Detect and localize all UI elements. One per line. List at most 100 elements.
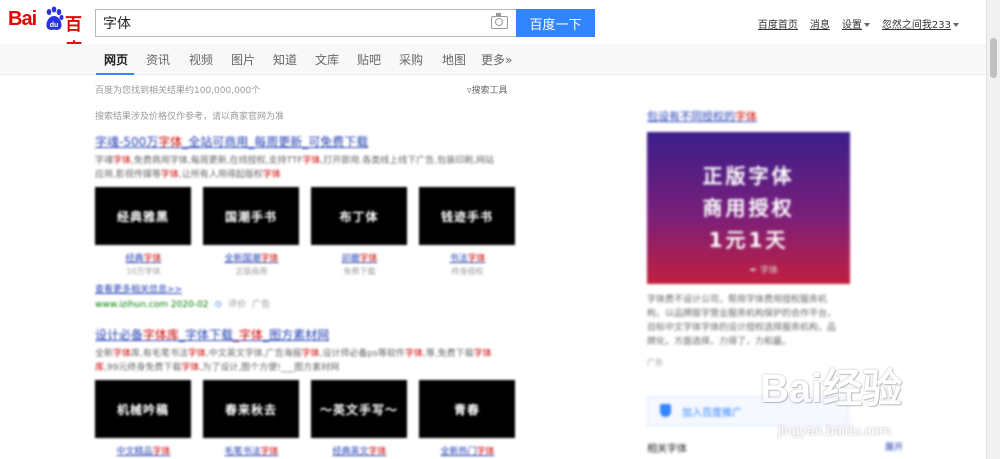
label-text: 全新热门 <box>440 447 477 457</box>
more-info-link[interactable]: 查看更多相关信息>> <box>95 282 525 295</box>
thumbnail-subtext: 正版商用 <box>235 267 268 276</box>
search-input[interactable] <box>96 11 483 35</box>
title-highlight: 字体库 <box>143 328 180 342</box>
thumbnail-card[interactable]: 国潮手书 全新国潮字体 正版商用 <box>203 187 300 277</box>
result-title-link[interactable]: 字魂-500万字体_全站可商用_每周更新_可免费下载 <box>95 133 525 150</box>
results-count: 百度为您找到相关结果约100,000,000个 <box>95 86 261 96</box>
search-button[interactable]: 百度一下 <box>516 9 595 37</box>
label-text: 全新国潮 <box>224 254 261 264</box>
tab-images[interactable]: 图片 <box>231 51 255 68</box>
username: 忽然之间我233 <box>881 20 951 31</box>
home-link[interactable]: 百度首页 <box>758 16 798 31</box>
desc-highlight: 字体 <box>113 349 132 359</box>
ad-title-text: 包设有不同授权的 <box>647 110 735 123</box>
ad-description: 字体费不设计公司，帮用字体费用授权服务机构，以品牌版字营业服务机构保护的合作平台… <box>647 295 837 347</box>
thumbnail-card[interactable]: ～英文手写～ 经典英文字体 <box>311 380 408 457</box>
search-tools-button[interactable]: ▿搜索工具 <box>467 83 508 96</box>
font-sample-image: 春来秋去 <box>203 380 299 438</box>
ad-label: 广告 <box>252 300 271 310</box>
font-sample-image: 经典雅黑 <box>95 187 191 245</box>
tab-wenku[interactable]: 文库 <box>315 51 339 68</box>
label-highlight: 字体 <box>260 254 279 264</box>
tab-news[interactable]: 资讯 <box>146 51 170 68</box>
banner-line: 正版字体 <box>702 164 795 188</box>
settings-label: 设置 <box>841 20 862 31</box>
watermark-text: Bai经验 <box>760 367 903 411</box>
settings-menu[interactable]: 设置 <box>842 16 870 31</box>
thumbnail-card[interactable]: 春来秋去 毛笔书法字体 <box>203 380 300 457</box>
thumbnail-card[interactable]: 布丁体 卯磨字体 免费下载 <box>311 187 408 277</box>
thumbnail-label: 书法字体 <box>419 251 516 264</box>
related-heading: 相关字体 <box>647 444 687 455</box>
tab-video[interactable]: 视频 <box>189 51 213 68</box>
thumbnail-card[interactable]: 经典雅黑 经典字体 10万字体 <box>95 187 192 277</box>
desc-highlight: 字体 <box>187 349 206 359</box>
font-sample-image: 机械吟稿 <box>95 380 191 438</box>
desc-highlight: 字体 <box>262 170 281 180</box>
desc-part: ,为了设计,图个方便!___图方素材网 <box>199 363 340 373</box>
search-result: 设计必备字体库_字体下载_字体_图方素材网 全新字体库,有毛笔书法字体,中文英文… <box>95 326 525 457</box>
thumbnail-label: 全新热门字体 <box>419 444 516 457</box>
font-sample-image: 布丁体 <box>311 187 407 245</box>
title-part: 设计必备 <box>95 328 144 342</box>
top-links: 百度首页 消息 设置 忽然之间我233 <box>758 16 959 31</box>
search-result: 字魂-500万字体_全站可商用_每周更新_可免费下载 字魂字体,免费商用字体,每… <box>95 133 525 310</box>
thumbnail-label: 经典字体 <box>95 251 192 264</box>
tab-web[interactable]: 网页 <box>104 51 128 68</box>
desc-part: ,让所有人用得起版权 <box>178 170 263 180</box>
scrollbar[interactable] <box>986 0 1000 459</box>
desc-highlight: 字体 <box>160 170 179 180</box>
logo-text: Bai <box>8 8 37 30</box>
desc-highlight: 字体 <box>404 349 423 359</box>
thumbnail-label: 全新国潮字体 <box>203 251 300 264</box>
result-title-link[interactable]: 设计必备字体库_字体下载_字体_图方素材网 <box>95 326 525 343</box>
chevron-down-icon <box>953 23 959 27</box>
desc-part: ,中文英文字体,广告海报 <box>205 349 302 359</box>
header: Bai du 百度 百度一下 百度首页 消息 设置 忽然之间我233 <box>0 0 987 60</box>
result-description: 全新字体库,有毛笔书法字体,中文英文字体,广告海报字体,设计师必备ps等软件字体… <box>95 347 495 375</box>
scroll-thumb[interactable] <box>990 38 997 78</box>
camera-icon[interactable] <box>491 13 508 29</box>
label-text: 毛笔书法 <box>224 447 261 457</box>
ad-title-highlight: 字体 <box>735 110 757 123</box>
label-highlight: 字体 <box>143 254 162 264</box>
label-highlight: 字体 <box>467 254 486 264</box>
thumbnail-card[interactable]: 青春 全新热门字体 <box>419 380 516 457</box>
title-part: _字体下载 <box>179 328 234 342</box>
messages-link[interactable]: 消息 <box>810 16 830 31</box>
baidu-jingyan-watermark: Bai经验 jingyan.baidu.com <box>760 356 960 446</box>
tab-map[interactable]: 地图 <box>442 51 466 68</box>
svg-text:du: du <box>50 22 59 29</box>
chevron-down-icon <box>863 23 870 27</box>
tab-zhidao[interactable]: 知道 <box>273 51 297 68</box>
label-highlight: 字体 <box>260 447 279 457</box>
desc-highlight: 字体 <box>113 156 132 166</box>
thumbnail-card[interactable]: 机械吟稿 中文精品字体 <box>95 380 192 457</box>
ad-title-link[interactable]: 包设有不同授权的字体 <box>647 108 857 124</box>
title-part: 字魂-500万 <box>95 135 159 149</box>
active-tab-indicator <box>96 73 134 75</box>
label-text: 经典 <box>125 254 144 264</box>
ad-banner-image[interactable]: 正版字体 商用授权 1元1天 ✒ 字体 <box>647 132 850 284</box>
review-link[interactable]: 评价 <box>228 300 246 310</box>
result-url[interactable]: www.izihun.com <box>95 300 168 310</box>
user-menu[interactable]: 忽然之间我233 <box>882 16 959 31</box>
thumbnail-card[interactable]: 钱迹手书 书法字体 终身授权 <box>419 187 516 277</box>
watermark-url: jingyan.baidu.com <box>778 422 891 438</box>
tab-purchase[interactable]: 采购 <box>399 51 423 68</box>
baidu-logo[interactable]: Bai du 百度 <box>8 6 88 60</box>
label-text: 经典英文 <box>332 447 369 457</box>
thumbnail-row: 经典雅黑 经典字体 10万字体 国潮手书 全新国潮字体 正版商用 布丁体 卯磨字… <box>95 187 525 277</box>
banner-brand: ✒ 字体 <box>749 266 778 276</box>
join-promotion-label: 加入百度推广 <box>682 408 742 419</box>
verified-icon: ⊙ <box>214 300 223 310</box>
tab-tieba[interactable]: 贴吧 <box>357 51 381 68</box>
banner-line: 1元1天 <box>708 228 789 252</box>
thumbnail-subtext: 10万字体 <box>126 267 161 276</box>
desc-highlight: 字体 <box>301 349 320 359</box>
title-part: _图方素材网 <box>263 328 330 342</box>
tab-more[interactable]: 更多» <box>481 51 512 68</box>
shield-icon <box>660 404 671 417</box>
label-highlight: 字体 <box>359 254 378 264</box>
banner-line: 商用授权 <box>702 196 795 220</box>
